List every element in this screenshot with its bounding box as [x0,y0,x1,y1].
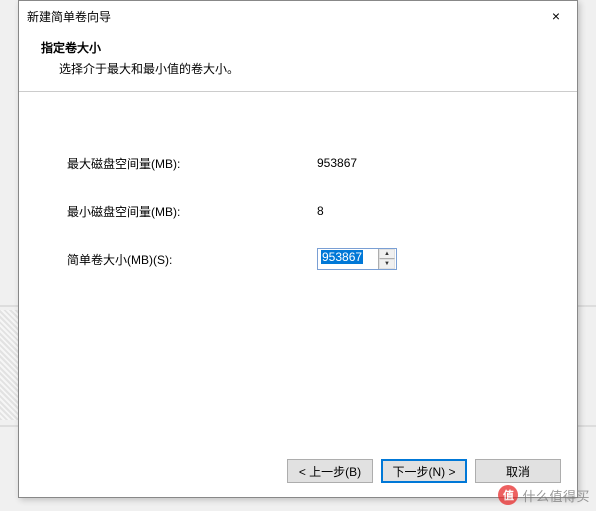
volume-size-input[interactable]: 953867 [318,249,378,269]
max-space-label: 最大磁盘空间量(MB): [67,155,317,172]
volume-size-row: 简单卷大小(MB)(S): 953867 ▲ ▼ [67,248,529,270]
next-button[interactable]: 下一步(N) > [381,459,467,483]
dialog-title: 新建简单卷向导 [27,8,111,25]
spinner-buttons: ▲ ▼ [378,249,395,269]
min-space-label: 最小磁盘空间量(MB): [67,203,317,220]
max-space-value: 953867 [317,156,357,170]
page-subtitle: 选择介于最大和最小值的卷大小。 [41,60,555,77]
wizard-content: 最大磁盘空间量(MB): 953867 最小磁盘空间量(MB): 8 简单卷大小… [19,92,577,445]
close-button[interactable]: × [535,2,577,30]
close-icon: × [552,8,560,24]
volume-size-spinner: 953867 ▲ ▼ [317,248,397,270]
min-space-value: 8 [317,204,324,218]
cancel-button[interactable]: 取消 [475,459,561,483]
back-button[interactable]: < 上一步(B) [287,459,373,483]
wizard-footer: < 上一步(B) 下一步(N) > 取消 [19,445,577,497]
wizard-header: 指定卷大小 选择介于最大和最小值的卷大小。 [19,31,577,92]
new-simple-volume-wizard-dialog: 新建简单卷向导 × 指定卷大小 选择介于最大和最小值的卷大小。 最大磁盘空间量(… [18,0,578,498]
max-space-row: 最大磁盘空间量(MB): 953867 [67,152,529,174]
volume-size-label: 简单卷大小(MB)(S): [67,251,317,268]
spin-down-button[interactable]: ▼ [379,259,395,269]
spin-up-button[interactable]: ▲ [379,249,395,259]
page-title: 指定卷大小 [41,39,555,56]
min-space-row: 最小磁盘空间量(MB): 8 [67,200,529,222]
titlebar: 新建简单卷向导 × [19,1,577,31]
